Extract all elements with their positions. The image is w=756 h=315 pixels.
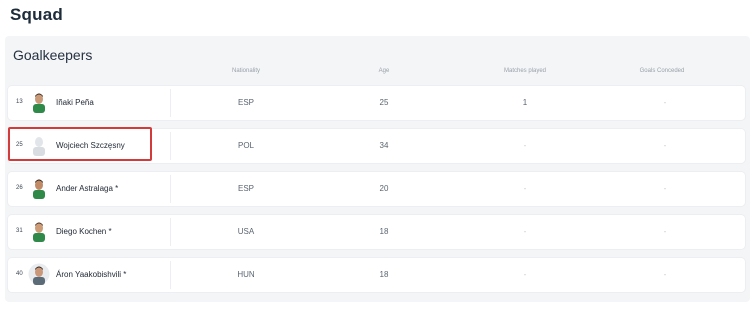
column-header-goals: Goals Conceded [639,68,685,74]
silhouette-icon [33,137,45,156]
nationality-cell: HUN [237,270,255,279]
nationality-cell: POL [237,141,254,150]
row-divider [170,175,171,203]
player-number: 40 [16,271,23,277]
goals-cell: - [663,184,667,193]
column-header-age: Age [378,68,390,74]
matches-cell: - [523,184,527,193]
nationality-cell: ESP [237,98,254,107]
player-name[interactable]: Diego Kochen * [56,227,112,236]
player-name[interactable]: Ander Astralaga * [56,184,118,193]
age-cell: 20 [379,184,389,193]
goals-cell: - [663,141,667,150]
age-cell: 18 [379,227,389,236]
player-number: 13 [16,99,23,105]
player-avatar-icon [33,222,45,242]
player-number: 26 [16,185,23,191]
age-cell: 25 [379,98,389,107]
nationality-cell: USA [237,227,255,236]
player-row[interactable]: 25 Wojciech Szczęsny POL 34 - - [8,127,745,163]
column-header-nationality: Nationality [231,68,260,74]
player-name[interactable]: Áron Yaakobishvili * [56,270,126,279]
matches-cell: 1 [522,98,528,107]
player-avatar-icon [33,93,45,113]
section-title: Goalkeepers [13,47,93,63]
row-divider [170,218,171,246]
player-avatar-icon [28,263,50,285]
player-row[interactable]: 40 Áron Yaakobishvili * HUN 18 - - [8,258,745,292]
goals-cell: - [663,270,667,279]
goals-cell: - [663,98,667,107]
matches-cell: - [523,270,527,279]
player-number: 25 [16,142,23,148]
nationality-cell: ESP [237,184,254,193]
player-avatar-icon [33,179,45,199]
age-cell: 18 [379,270,389,279]
matches-cell: - [523,227,527,236]
age-cell: 34 [379,141,389,150]
goals-cell: - [663,227,667,236]
player-row[interactable]: 31 Diego Kochen * USA 18 - - [8,215,745,249]
page-title: Squad [10,5,63,24]
row-divider [170,261,171,289]
matches-cell: - [523,141,527,150]
row-divider [170,89,171,117]
row-divider [170,132,171,160]
goalkeepers-panel: Goalkeepers Nationality Age Matches play… [5,36,750,302]
player-row[interactable]: 26 Ander Astralaga * ESP 20 - - [8,172,745,206]
player-name[interactable]: Wojciech Szczęsny [56,141,125,150]
player-name[interactable]: Iñaki Peña [56,98,94,107]
player-number: 31 [16,228,23,234]
player-row[interactable]: 13 Iñaki Peña ESP 25 1 - [8,86,745,120]
column-header-matches: Matches played [503,68,547,74]
